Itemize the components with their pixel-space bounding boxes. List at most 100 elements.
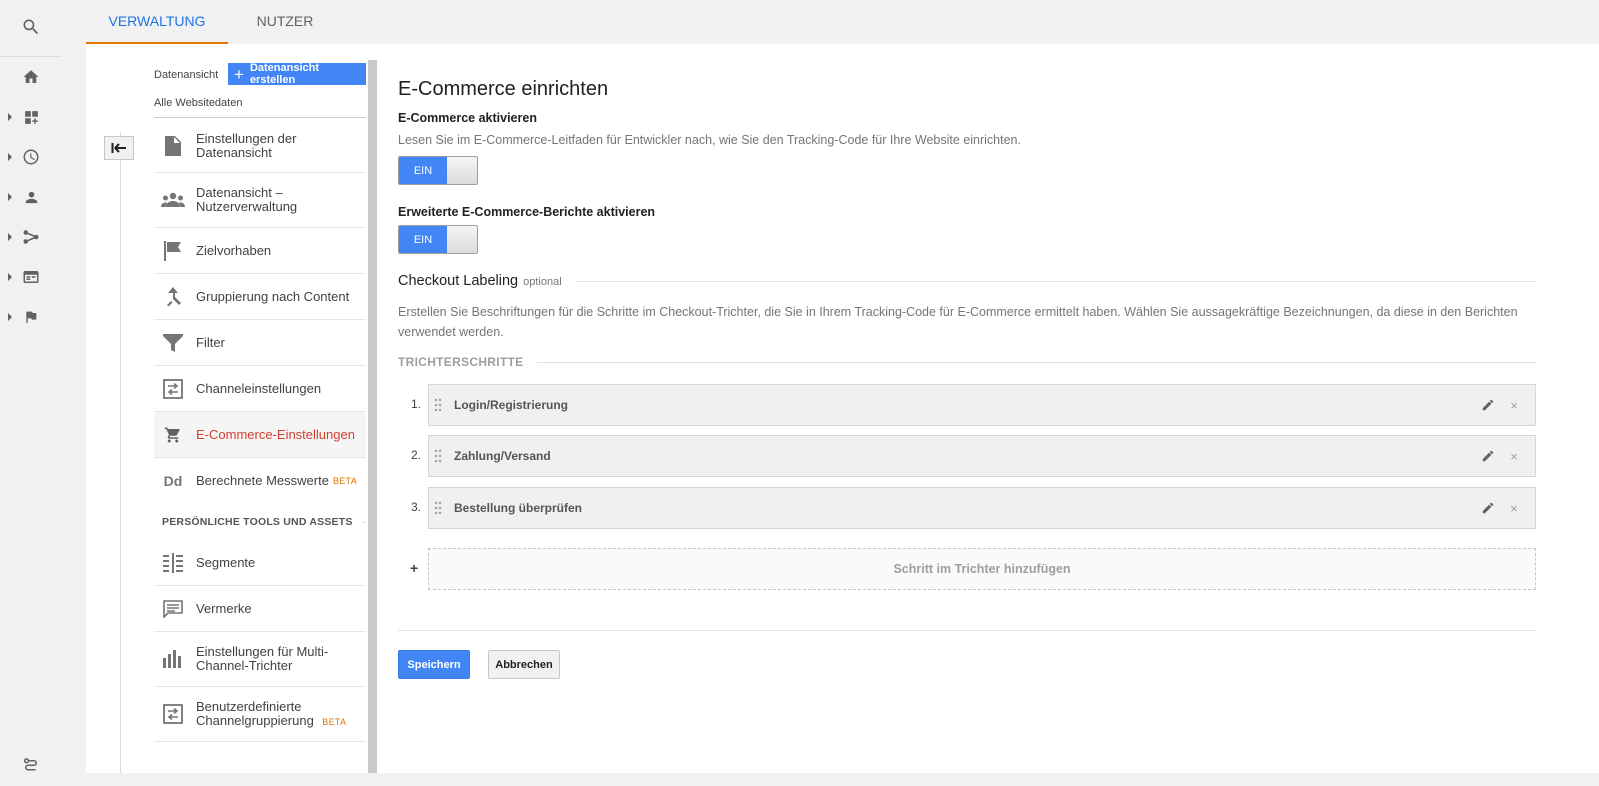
menu-item-label: Channeleinstellungen [196, 380, 322, 396]
calculated-metrics-icon: Dd [163, 473, 183, 489]
search-icon[interactable] [0, 7, 62, 47]
drag-handle-icon[interactable] [434, 449, 442, 463]
channel-settings-icon [160, 378, 186, 400]
page-title: E-Commerce einrichten [398, 78, 609, 100]
plus-icon: + [410, 560, 419, 576]
flag-icon [160, 240, 186, 262]
create-view-label: Datenansicht erstellen [249, 62, 320, 86]
cancel-button[interactable]: Abbrechen [488, 650, 560, 679]
optional-label: optional [523, 276, 562, 288]
collapse-columns-button[interactable] [104, 136, 134, 160]
checkout-description: Erstellen Sie Beschriftungen für die Sch… [398, 305, 1518, 339]
cart-icon [160, 424, 186, 446]
ecommerce-toggle[interactable]: EIN [398, 156, 478, 185]
arrow-left-icon [111, 143, 126, 153]
customization-icon[interactable] [0, 97, 62, 137]
document-icon [160, 135, 186, 157]
menu-item-label: E-Commerce-Einstellungen [196, 426, 355, 442]
funnel-step: 1. Login/Registrierung × [398, 384, 1536, 426]
acquisition-icon[interactable] [0, 217, 62, 257]
admin-tabs: VERWALTUNG NUTZER [86, 0, 1599, 44]
home-icon[interactable] [0, 57, 62, 97]
enhanced-ecommerce-toggle[interactable]: EIN [398, 225, 478, 254]
ecommerce-description: Lesen Sie im E-Commerce-Leitfaden für En… [398, 133, 1021, 147]
menu-item-ecommerce-settings[interactable]: E-Commerce-Einstellungen [154, 412, 366, 458]
checkout-labeling-header: Checkout Labeling optional [398, 273, 1536, 289]
tab-nutzer[interactable]: NUTZER [228, 0, 342, 44]
menu-item-label: Einstellungen der Datenansicht [196, 130, 297, 160]
edit-icon[interactable] [1481, 398, 1497, 412]
users-icon [160, 189, 186, 211]
checkout-labeling-title: Checkout Labeling [398, 273, 519, 289]
realtime-icon[interactable] [0, 137, 62, 177]
add-funnel-step: + Schritt im Trichter hinzufügen [398, 548, 1536, 590]
step-name: Login/Registrierung [454, 398, 568, 412]
ecommerce-heading: E-Commerce aktivieren [398, 111, 537, 125]
toggle-on-label: EIN [399, 157, 447, 184]
header-divider [154, 117, 366, 118]
attribution-icon[interactable] [0, 746, 62, 786]
menu-item-channel-settings[interactable]: Channeleinstellungen [154, 366, 366, 412]
menu-item-label: Vermerke [196, 600, 252, 616]
funnel-step-row[interactable]: Zahlung/Versand × [428, 435, 1536, 477]
column-connector-line [120, 132, 121, 773]
left-rail [0, 0, 62, 773]
column-scrollbar[interactable] [368, 60, 377, 773]
form-divider [398, 630, 1536, 631]
filter-icon [160, 332, 186, 354]
edit-icon[interactable] [1481, 501, 1497, 515]
plus-icon: + [234, 64, 244, 84]
enhanced-ecommerce-heading: Erweiterte E-Commerce-Berichte aktiviere… [398, 205, 656, 219]
funnel-step: 3. Bestellung überprüfen × [398, 487, 1536, 529]
menu-item-label: Filter [196, 334, 225, 350]
drag-handle-icon[interactable] [434, 398, 442, 412]
menu-item-calculated-metrics[interactable]: Dd Berechnete Messwerte BETA [154, 458, 366, 504]
segments-icon [160, 552, 186, 574]
audience-icon[interactable] [0, 177, 62, 217]
menu-item-goals[interactable]: Zielvorhaben [154, 228, 366, 274]
menu-item-content-grouping[interactable]: Gruppierung nach Content [154, 274, 366, 320]
menu-item-label: Berechnete Messwerte [196, 473, 329, 488]
admin-panel: Datenansicht + Datenansicht erstellen Al… [86, 44, 1599, 773]
menu-item-annotations[interactable]: Vermerke [154, 586, 366, 632]
edit-icon[interactable] [1481, 449, 1497, 463]
tab-verwaltung[interactable]: VERWALTUNG [86, 0, 228, 44]
toggle-on-label: EIN [399, 226, 447, 253]
view-selector[interactable]: Alle Websitedaten [154, 97, 242, 109]
funnel-steps-title: TRICHTERSCHRITTE [398, 355, 524, 369]
funnel-step-row[interactable]: Bestellung überprüfen × [428, 487, 1536, 529]
menu-item-label: Zielvorhaben [196, 242, 272, 258]
remove-icon[interactable]: × [1509, 501, 1519, 516]
menu-item-filter[interactable]: Filter [154, 320, 366, 366]
remove-icon[interactable]: × [1509, 398, 1519, 413]
menu-item-user-management[interactable]: Datenansicht – Nutzerverwaltung [154, 173, 366, 228]
funnel-step-row[interactable]: Login/Registrierung × [428, 384, 1536, 426]
view-label: Datenansicht [154, 69, 219, 81]
create-view-button[interactable]: + Datenansicht erstellen [228, 62, 366, 86]
save-button[interactable]: Speichern [398, 650, 470, 679]
toggle-knob [447, 157, 477, 184]
conversions-icon[interactable] [0, 297, 62, 337]
step-name: Zahlung/Versand [454, 449, 551, 463]
menu-item-label: Gruppierung nach Content [196, 288, 350, 304]
drag-handle-icon[interactable] [434, 501, 442, 515]
custom-channel-icon [160, 703, 186, 725]
step-number: 2. [410, 448, 421, 462]
beta-badge: BETA [332, 476, 357, 486]
step-name: Bestellung überprüfen [454, 501, 583, 515]
menu-item-label: Segmente [196, 554, 256, 570]
behavior-icon[interactable] [0, 257, 62, 297]
step-number: 3. [410, 500, 421, 514]
beta-badge: BETA [322, 716, 347, 727]
menu-item-custom-channel-grouping[interactable]: Benutzerdefinierte Channelgruppierung BE… [154, 687, 366, 742]
menu-item-view-settings[interactable]: Einstellungen der Datenansicht [154, 119, 366, 173]
menu-item-segments[interactable]: Segmente [154, 540, 366, 586]
content-grouping-icon [160, 286, 186, 308]
annotations-icon [160, 598, 186, 620]
remove-icon[interactable]: × [1509, 449, 1519, 464]
add-step-button[interactable]: Schritt im Trichter hinzufügen [428, 548, 1536, 590]
personal-tools-header: PERSÖNLICHE TOOLS UND ASSETS [154, 504, 366, 540]
funnel-step: 2. Zahlung/Versand × [398, 435, 1536, 477]
menu-item-mcf-settings[interactable]: Einstellungen für Multi-Channel-Trichter [154, 632, 366, 687]
view-settings-menu: Einstellungen der Datenansicht Datenansi… [154, 119, 366, 742]
